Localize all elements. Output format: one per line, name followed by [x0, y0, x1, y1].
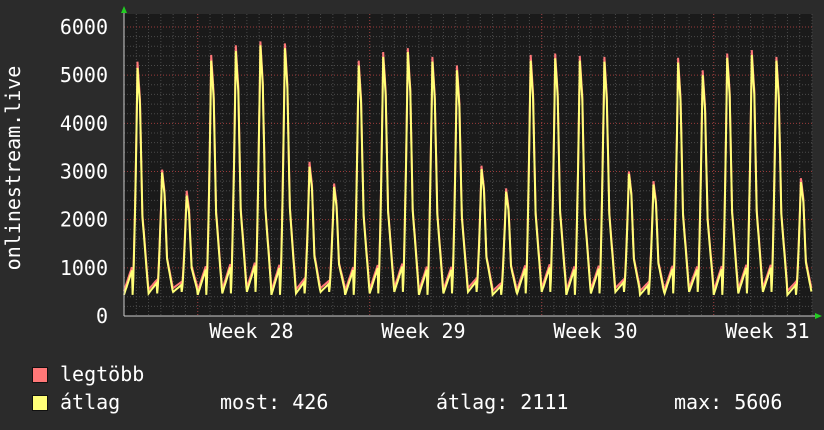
x-tick-label: Week 29	[381, 319, 465, 343]
x-tick-label: Week 28	[209, 319, 293, 343]
y-tick-label: 3000	[60, 160, 108, 184]
chart: 0 1000 2000 3000 4000 5000 6000 Week 28 Week 29…	[0, 0, 824, 430]
y-axis-arrow	[121, 6, 127, 13]
x-axis-arrow	[815, 313, 822, 319]
y-tick-label: 6000	[60, 15, 108, 39]
y-tick-label: 4000	[60, 111, 108, 135]
legend-swatch-atlag	[32, 395, 48, 411]
y-tick-label: 1000	[60, 256, 108, 280]
y-axis-label: onlinestream.live	[1, 66, 25, 271]
legend-label-atlag: átlag	[60, 390, 121, 414]
stat-max: max: 5606	[674, 390, 783, 414]
x-tick-label: Week 31	[725, 319, 809, 343]
y-tick-labels: 0 1000 2000 3000 4000 5000 6000	[60, 15, 108, 328]
stat-most: most: 426	[220, 390, 329, 414]
y-tick-label: 5000	[60, 63, 108, 87]
x-tick-labels: Week 28 Week 29 Week 30 Week 31	[209, 319, 809, 343]
plot-area: 0 1000 2000 3000 4000 5000 6000 Week 28 Week 29…	[1, 6, 822, 343]
y-tick-label: 2000	[60, 208, 108, 232]
y-tick-label: 0	[96, 304, 108, 328]
stat-atlag: átlag: 2111	[436, 390, 569, 414]
x-tick-label: Week 30	[553, 319, 637, 343]
legend-label-legtobb: legtöbb	[60, 362, 145, 386]
legend-swatch-legtobb	[32, 367, 48, 383]
